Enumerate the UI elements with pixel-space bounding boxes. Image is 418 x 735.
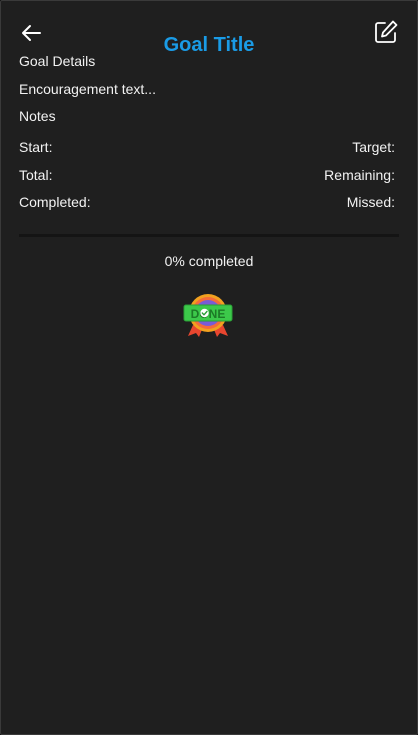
- edit-button[interactable]: [372, 18, 400, 46]
- edit-icon: [375, 20, 398, 43]
- stats-row-total-remaining: Total: Remaining:: [19, 167, 395, 183]
- start-label: Start:: [19, 139, 53, 155]
- goal-details-label: Goal Details: [19, 53, 96, 69]
- total-label: Total:: [19, 167, 53, 183]
- notes-label: Notes: [19, 108, 56, 124]
- remaining-label: Remaining:: [324, 167, 395, 183]
- done-badge-icon: DONE: [183, 294, 233, 337]
- missed-label: Missed:: [346, 194, 395, 210]
- completed-label: Completed:: [19, 194, 91, 210]
- target-label: Target:: [352, 139, 395, 155]
- stats-row-start-target: Start: Target:: [19, 139, 395, 155]
- stats-row-completed-missed: Completed: Missed:: [19, 194, 395, 210]
- progress-divider: [19, 234, 399, 237]
- encouragement-text: Encouragement text...: [19, 81, 156, 97]
- progress-text: 0% completed: [164, 253, 254, 269]
- goal-detail-screen: Goal Title Goal Details Encouragement te…: [0, 0, 418, 735]
